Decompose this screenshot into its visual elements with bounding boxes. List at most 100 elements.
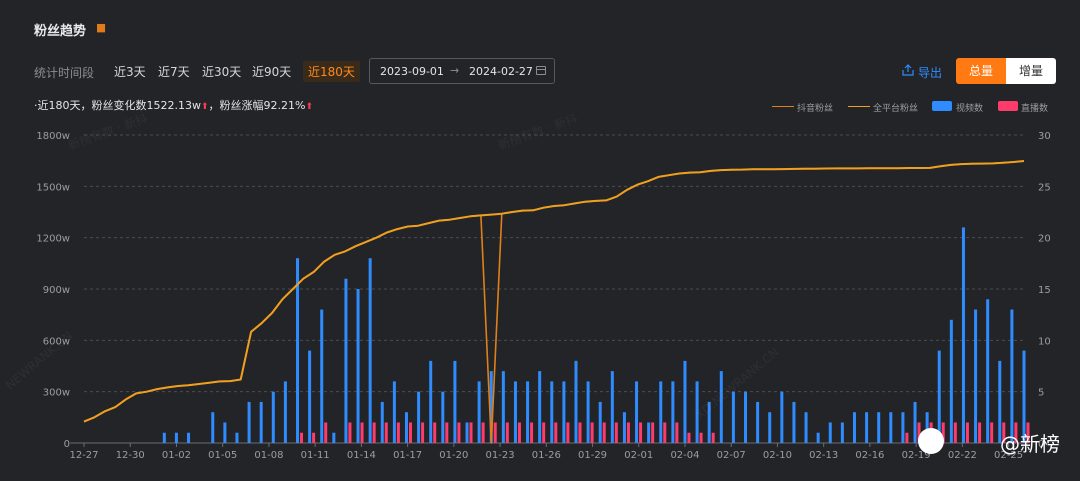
live-count-bar xyxy=(965,422,969,443)
video-count-bar xyxy=(223,422,227,443)
newrank-logo-icon xyxy=(918,428,944,454)
live-count-bar xyxy=(324,422,328,443)
live-count-bar xyxy=(978,422,982,443)
live-count-bar xyxy=(348,422,352,443)
live-count-bar xyxy=(433,422,437,443)
video-count-bar xyxy=(174,432,178,443)
live-count-bar xyxy=(699,432,703,443)
x-tick-label: 02-01 xyxy=(624,450,653,461)
video-count-bar xyxy=(283,381,287,443)
video-count-bar xyxy=(550,381,554,443)
live-count-bar xyxy=(360,422,364,443)
video-count-bar xyxy=(562,381,566,443)
x-tick-label: 01-17 xyxy=(393,450,422,461)
video-count-bar xyxy=(247,401,251,443)
x-tick-label: 02-10 xyxy=(763,450,792,461)
x-tick-label: 01-23 xyxy=(486,450,515,461)
video-count-bar xyxy=(659,381,663,443)
live-count-bar xyxy=(493,422,497,443)
x-tick-label: 12-27 xyxy=(69,450,98,461)
video-count-bar xyxy=(683,360,687,443)
video-count-bar xyxy=(913,401,917,443)
video-count-bar xyxy=(211,412,215,443)
live-count-bar xyxy=(990,422,994,443)
video-count-bar xyxy=(949,319,953,443)
faint-watermark: NEWRANK.CN xyxy=(3,329,75,393)
video-count-bar xyxy=(865,412,869,443)
video-count-bar xyxy=(719,371,723,443)
video-count-bar xyxy=(574,360,578,443)
live-count-bar xyxy=(614,422,618,443)
x-tick-label: 02-16 xyxy=(855,450,884,461)
live-count-bar xyxy=(396,422,400,443)
live-count-bar xyxy=(578,422,582,443)
x-tick-label: 01-08 xyxy=(254,450,283,461)
video-count-bar xyxy=(840,422,844,443)
video-count-bar xyxy=(586,381,590,443)
live-count-bar xyxy=(457,422,461,443)
live-count-bar xyxy=(602,422,606,443)
faint-watermark: 新榜有数 · 新抖 xyxy=(66,110,150,153)
live-count-bar xyxy=(481,422,485,443)
x-tick-label: 01-20 xyxy=(439,450,468,461)
video-count-bar xyxy=(380,401,384,443)
live-count-bar xyxy=(469,422,473,443)
y-left-tick-label: 1200w xyxy=(36,234,70,245)
x-tick-label: 01-11 xyxy=(301,450,330,461)
y-left-tick-label: 900w xyxy=(43,285,70,296)
live-count-bar xyxy=(663,422,667,443)
douyin-fans-line xyxy=(83,160,1025,444)
video-count-bar xyxy=(538,371,542,443)
live-count-bar xyxy=(711,432,715,443)
live-count-bar xyxy=(372,422,376,443)
x-tick-label: 02-07 xyxy=(717,450,746,461)
video-count-bar xyxy=(526,381,530,443)
video-count-bar xyxy=(356,289,360,443)
y-left-tick-label: 0 xyxy=(64,439,70,450)
live-count-bar xyxy=(639,422,643,443)
all-platform-fans-line xyxy=(83,160,1025,423)
video-count-bar xyxy=(465,422,469,443)
brand-watermark: @新榜 xyxy=(1000,432,1060,456)
live-count-bar xyxy=(505,422,509,443)
live-count-bar xyxy=(408,422,412,443)
video-count-bar xyxy=(756,401,760,443)
y-left-tick-label: 1500w xyxy=(36,182,70,193)
video-count-bar xyxy=(271,391,275,443)
y-right-tick-label: 5 xyxy=(1038,388,1044,399)
faint-watermark: XD.NEWRANK.CN xyxy=(693,345,782,422)
video-count-bar xyxy=(792,401,796,443)
live-count-bar xyxy=(542,422,546,443)
fans-trend-chart: 0300w600w900w1200w1500w1800w051015202530… xyxy=(3,110,1051,461)
live-count-bar xyxy=(517,422,521,443)
x-tick-label: 02-04 xyxy=(670,450,699,461)
video-count-bar xyxy=(635,381,639,443)
live-count-bar xyxy=(530,422,534,443)
y-right-tick-label: 15 xyxy=(1038,285,1051,296)
video-count-bar xyxy=(901,412,905,443)
y-right-tick-label: 10 xyxy=(1038,336,1051,347)
video-count-bar xyxy=(368,258,372,443)
video-count-bar xyxy=(477,381,481,443)
video-count-bar xyxy=(610,371,614,443)
video-count-bar xyxy=(453,360,457,443)
y-right-tick-label: 25 xyxy=(1038,182,1051,193)
live-count-bar xyxy=(953,422,957,443)
x-tick-label: 01-29 xyxy=(578,450,607,461)
live-count-bar xyxy=(445,422,449,443)
video-count-bar xyxy=(816,432,820,443)
x-tick-label: 01-02 xyxy=(162,450,191,461)
video-count-bar xyxy=(187,432,191,443)
x-tick-label: 02-22 xyxy=(948,450,977,461)
y-left-tick-label: 300w xyxy=(43,388,70,399)
live-count-bar xyxy=(421,422,425,443)
live-count-bar xyxy=(905,432,909,443)
video-count-bar xyxy=(647,422,651,443)
live-count-bar xyxy=(675,422,679,443)
video-count-bar xyxy=(332,432,336,443)
video-count-bar xyxy=(889,412,893,443)
video-count-bar xyxy=(768,412,772,443)
video-count-bar xyxy=(937,350,941,443)
live-count-bar xyxy=(300,432,304,443)
video-count-bar xyxy=(417,391,421,443)
